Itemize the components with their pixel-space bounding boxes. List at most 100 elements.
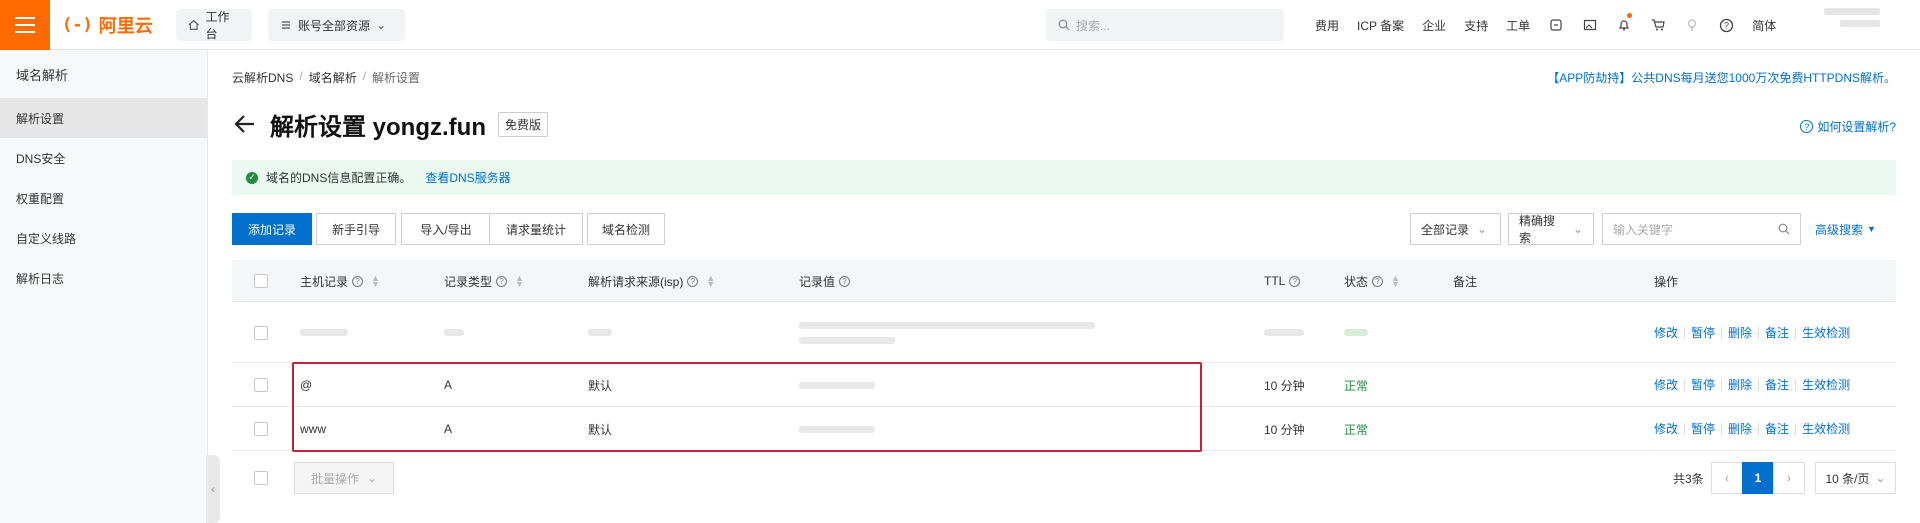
col-ops: 操作 [1654, 274, 1679, 289]
page-size-select[interactable]: 10 条/页 ⌄ [1815, 462, 1896, 494]
col-type[interactable]: 记录类型? ▲ ▼ [444, 260, 524, 302]
icp-link[interactable]: ICP 备案 [1348, 17, 1413, 34]
sidebar-item-dns-security[interactable]: DNS安全 [0, 138, 207, 178]
request-stats-button[interactable]: 请求量统计 [489, 213, 583, 245]
sidebar-item-custom-line[interactable]: 自定义线路 [0, 218, 207, 258]
delete-link[interactable]: 删除 [1722, 326, 1760, 339]
col-host[interactable]: 主机记录? ▲ ▼ [300, 260, 380, 302]
search-placeholder: 搜索... [1076, 18, 1111, 33]
page-title: 解析设置 yongz.fun [270, 113, 486, 141]
help-link[interactable]: ? 如何设置解析? [1800, 118, 1896, 135]
logo-text: 阿里云 [98, 16, 153, 36]
remark-link[interactable]: 备注 [1759, 326, 1797, 339]
sidebar-item-weight[interactable]: 权重配置 [0, 178, 207, 218]
next-page-button[interactable]: › [1773, 462, 1805, 494]
billing-link[interactable]: 费用 [1306, 17, 1348, 34]
search-mode-select[interactable]: 精确搜索 ⌄ [1508, 213, 1594, 245]
sidebar-collapse-handle[interactable]: ‹ [206, 455, 220, 523]
sidebar-item-logs[interactable]: 解析日志 [0, 258, 207, 298]
bulk-actions-dropdown[interactable]: 批量操作 ⌄ [294, 462, 394, 494]
cart-icon[interactable] [1641, 0, 1675, 50]
question-icon: ? [1800, 120, 1814, 133]
sort-icon[interactable]: ▲ ▼ [1391, 274, 1400, 289]
sort-icon[interactable]: ▲ ▼ [371, 274, 380, 289]
verify-link[interactable]: 生效检测 [1796, 379, 1856, 391]
chevron-down-icon: ⌄ [1572, 222, 1583, 236]
info-icon: ? [1289, 275, 1301, 287]
enterprise-link[interactable]: 企业 [1413, 17, 1455, 34]
notification-dot [1627, 13, 1633, 18]
status-cell: 正常 [1344, 378, 1369, 393]
breadcrumb: 云解析DNS / 域名解析 / 解析设置 [232, 69, 421, 86]
row-checkbox[interactable] [254, 302, 268, 363]
add-record-button[interactable]: 添加记录 [232, 213, 312, 245]
ticket-link[interactable]: 工单 [1497, 17, 1539, 34]
bell-icon[interactable] [1607, 0, 1641, 50]
import-export-button[interactable]: 导入/导出 [401, 213, 491, 245]
domain-check-button[interactable]: 域名检测 [587, 213, 665, 245]
breadcrumb-item[interactable]: 域名解析 [309, 69, 357, 86]
keyword-input[interactable]: 输入关键字 [1602, 213, 1801, 245]
col-remark: 备注 [1453, 274, 1478, 289]
keyword-placeholder: 输入关键字 [1613, 222, 1674, 237]
top-links: 费用 ICP 备案 企业 支持 工单 ? 简体 [1306, 0, 1785, 50]
pause-link[interactable]: 暂停 [1685, 326, 1723, 339]
back-arrow-icon[interactable] [232, 111, 258, 137]
svg-text:?: ? [1724, 20, 1729, 30]
page-1-button[interactable]: 1 [1742, 462, 1774, 494]
col-status[interactable]: 状态? ▲ ▼ [1344, 260, 1400, 302]
edit-link[interactable]: 修改 [1648, 326, 1686, 339]
table-header: 主机记录? ▲ ▼ 记录类型? ▲ ▼ 解析请求来源(isp)? ▲ ▼ 记录值? TTL?… [232, 260, 1896, 302]
view-dns-servers-link[interactable]: 查看DNS服务器 [425, 169, 510, 186]
record-filter-value: 全部记录 [1421, 222, 1470, 237]
row-checkbox[interactable] [254, 363, 268, 407]
prev-page-button[interactable]: ‹ [1711, 462, 1743, 494]
guide-button[interactable]: 新手引导 [316, 213, 396, 245]
workbench-button[interactable]: 工作台 [176, 9, 252, 41]
help-label: 如何设置解析? [1817, 120, 1896, 134]
help-circle-icon[interactable]: ? [1709, 0, 1743, 50]
verify-link[interactable]: 生效检测 [1796, 423, 1856, 435]
col-isp[interactable]: 解析请求来源(isp)? ▲ ▼ [588, 260, 715, 302]
row-checkbox[interactable] [254, 407, 268, 451]
bulb-icon[interactable] [1675, 0, 1709, 50]
sidebar-item-resolve-settings[interactable]: 解析设置 [0, 98, 207, 138]
bulk-actions-label: 批量操作 [310, 471, 359, 486]
dns-status-notice: ✓ 域名的DNS信息配置正确。 查看DNS服务器 [232, 160, 1896, 195]
sort-icon[interactable]: ▲ ▼ [706, 274, 715, 289]
pause-link[interactable]: 暂停 [1685, 379, 1723, 391]
delete-link[interactable]: 删除 [1722, 423, 1760, 435]
user-avatar-area[interactable] [1824, 8, 1894, 42]
chevron-down-icon: ⌄ [376, 18, 387, 32]
breadcrumb-item[interactable]: 云解析DNS [232, 69, 293, 86]
sort-icon[interactable]: ▲ ▼ [515, 274, 524, 289]
row-actions: 修改 暂停 删除 备注 生效检测 [1648, 407, 1856, 451]
promo-link[interactable]: 【APP防劫持】公共DNS每月送您1000万次免费HTTPDNS解析。 [1547, 69, 1896, 86]
search-icon[interactable] [1778, 223, 1790, 235]
delete-link[interactable]: 删除 [1722, 379, 1760, 391]
support-link[interactable]: 支持 [1455, 17, 1497, 34]
select-all-checkbox[interactable] [254, 260, 268, 302]
remark-link[interactable]: 备注 [1759, 423, 1797, 435]
row-actions: 修改 暂停 删除 备注 生效检测 [1648, 302, 1856, 363]
global-search-input[interactable]: 搜索... [1046, 9, 1284, 41]
verify-link[interactable]: 生效检测 [1796, 327, 1856, 339]
remark-link[interactable]: 备注 [1759, 379, 1797, 391]
language-switch[interactable]: 简体 [1743, 17, 1785, 34]
row-actions: 修改 暂停 删除 备注 生效检测 [1648, 363, 1856, 407]
resources-dropdown[interactable]: 账号全部资源 ⌄ [268, 9, 405, 41]
image-icon[interactable] [1573, 0, 1607, 50]
ttl-cell: 10 分钟 [1264, 422, 1305, 437]
hamburger-menu-button[interactable] [0, 0, 50, 50]
chevron-down-icon: ⌄ [366, 471, 378, 485]
pause-link[interactable]: 暂停 [1685, 423, 1723, 435]
footer-select-all-checkbox[interactable] [254, 471, 268, 485]
edit-link[interactable]: 修改 [1648, 379, 1686, 391]
chevron-left-icon: ‹ [1725, 471, 1729, 485]
record-filter-select[interactable]: 全部记录 ⌄ [1410, 213, 1501, 245]
aliyun-logo[interactable]: (-) 阿里云 [62, 12, 153, 38]
main-content: 云解析DNS / 域名解析 / 解析设置 【APP防劫持】公共DNS每月送您1000… [232, 50, 1896, 523]
edit-link[interactable]: 修改 [1648, 423, 1686, 435]
advanced-search-link[interactable]: 高级搜索 ▼ [1815, 213, 1876, 245]
cloud-shell-icon[interactable] [1539, 0, 1573, 50]
